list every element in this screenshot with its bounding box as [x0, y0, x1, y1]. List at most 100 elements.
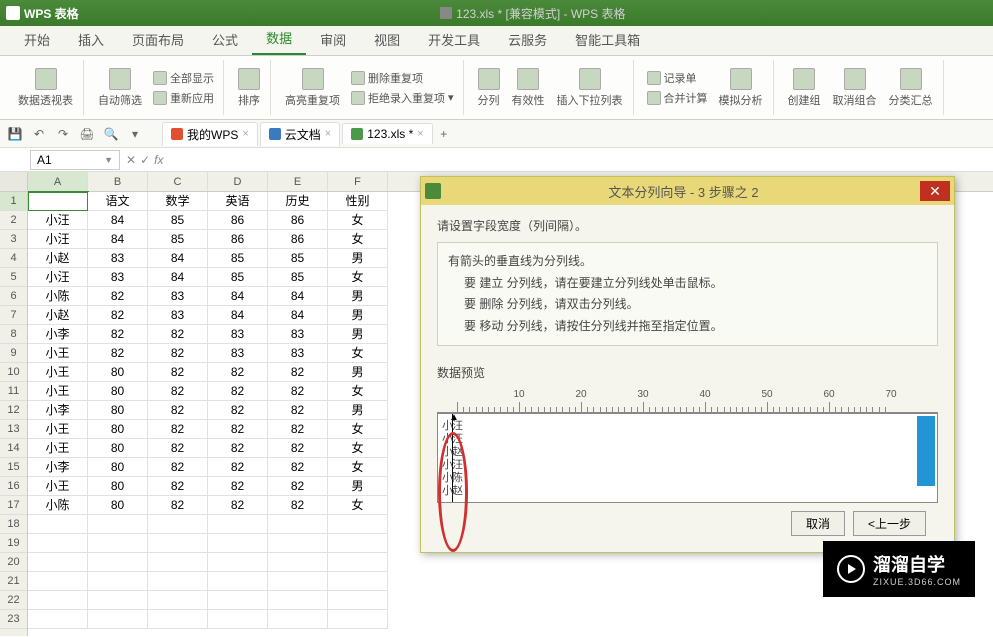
pivot-table-button[interactable]: 数据透视表	[14, 66, 77, 110]
cell[interactable]: 85	[148, 211, 208, 230]
highlight-dup-button[interactable]: 高亮重复项	[281, 66, 344, 110]
cell[interactable]: 82	[148, 325, 208, 344]
cell[interactable]	[28, 572, 88, 591]
cell[interactable]: 82	[268, 477, 328, 496]
cell[interactable]	[328, 553, 388, 572]
cell[interactable]: 男	[328, 325, 388, 344]
cell[interactable]	[268, 572, 328, 591]
recordsheet-button[interactable]: 记录单	[644, 69, 711, 87]
cell[interactable]	[88, 534, 148, 553]
cell[interactable]: 84	[148, 249, 208, 268]
row-header[interactable]: 15	[0, 458, 27, 477]
cell[interactable]: 女	[328, 420, 388, 439]
sort-button[interactable]: 排序	[234, 66, 264, 110]
redo-button[interactable]: ↷	[54, 125, 72, 143]
autofilter-button[interactable]: 自动筛选	[94, 66, 146, 110]
menu-tab-1[interactable]: 插入	[64, 24, 118, 55]
doc-tab-file[interactable]: 123.xls *×	[342, 123, 432, 144]
column-header[interactable]: B	[88, 172, 148, 191]
cell[interactable]: 小赵	[28, 249, 88, 268]
row-header[interactable]: 20	[0, 553, 27, 572]
cell[interactable]	[268, 553, 328, 572]
cell[interactable]: 85	[208, 268, 268, 287]
cell[interactable]: 80	[88, 496, 148, 515]
whatif-button[interactable]: 模拟分析	[715, 66, 767, 110]
cell[interactable]: 80	[88, 382, 148, 401]
cell[interactable]: 84	[208, 306, 268, 325]
column-header[interactable]: E	[268, 172, 328, 191]
cell[interactable]: 男	[328, 477, 388, 496]
accept-formula-icon[interactable]: ✓	[140, 153, 150, 167]
row-header[interactable]: 19	[0, 534, 27, 553]
showall-button[interactable]: 全部显示	[150, 69, 217, 87]
validation-button[interactable]: 有效性	[508, 66, 549, 110]
menu-tab-4[interactable]: 数据	[252, 22, 306, 55]
cell[interactable]: 82	[148, 496, 208, 515]
cell[interactable]: 80	[88, 420, 148, 439]
preview-pane[interactable]: ▲ 小汪 小汪 小赵 小汪 小陈 小赵	[437, 413, 938, 503]
cell[interactable]	[148, 572, 208, 591]
name-box[interactable]: A1▼	[30, 150, 120, 170]
cell[interactable]: 84	[88, 211, 148, 230]
cell[interactable]	[148, 610, 208, 629]
row-header[interactable]: 8	[0, 325, 27, 344]
cell[interactable]: 82	[88, 344, 148, 363]
close-icon[interactable]: ×	[242, 128, 248, 140]
cell[interactable]: 82	[268, 420, 328, 439]
cell[interactable]: 小李	[28, 458, 88, 477]
cell[interactable]	[268, 534, 328, 553]
cell[interactable]: 82	[208, 382, 268, 401]
cell[interactable]: 82	[208, 401, 268, 420]
row-header[interactable]: 1	[0, 192, 27, 211]
cell[interactable]: 83	[148, 287, 208, 306]
row-header[interactable]: 3	[0, 230, 27, 249]
cell[interactable]: 82	[208, 439, 268, 458]
cell[interactable]	[148, 534, 208, 553]
cell[interactable]: 英语	[208, 192, 268, 211]
column-header[interactable]: F	[328, 172, 388, 191]
remove-dup-button[interactable]: 删除重复项	[348, 69, 457, 87]
cell[interactable]	[88, 610, 148, 629]
cell[interactable]: 82	[148, 401, 208, 420]
cell[interactable]: 84	[148, 268, 208, 287]
cell[interactable]: 82	[208, 363, 268, 382]
cell[interactable]	[328, 572, 388, 591]
cell[interactable]: 82	[208, 477, 268, 496]
cell[interactable]: 86	[208, 211, 268, 230]
cell[interactable]	[88, 572, 148, 591]
fx-icon[interactable]: fx	[154, 153, 163, 167]
cell[interactable]	[148, 515, 208, 534]
text-to-columns-button[interactable]: 分列	[474, 66, 504, 110]
row-header[interactable]: 5	[0, 268, 27, 287]
cell[interactable]: 80	[88, 477, 148, 496]
row-header[interactable]: 21	[0, 572, 27, 591]
preview-scrollbar[interactable]	[917, 416, 935, 486]
doc-tab-cloud[interactable]: 云文档×	[260, 122, 340, 146]
cell[interactable]: 82	[88, 287, 148, 306]
row-header[interactable]: 23	[0, 610, 27, 629]
cell[interactable]: 83	[268, 344, 328, 363]
consolidate-button[interactable]: 合并计算	[644, 89, 711, 107]
cell[interactable]	[88, 591, 148, 610]
row-header[interactable]: 7	[0, 306, 27, 325]
cell[interactable]: 女	[328, 211, 388, 230]
preview-button[interactable]: 🔍	[102, 125, 120, 143]
cell[interactable]: 语文	[88, 192, 148, 211]
cell[interactable]	[268, 515, 328, 534]
cell[interactable]: 82	[88, 325, 148, 344]
row-header[interactable]: 14	[0, 439, 27, 458]
cell[interactable]: 女	[328, 458, 388, 477]
cell[interactable]: 男	[328, 249, 388, 268]
subtotal-button[interactable]: 分类汇总	[885, 66, 937, 110]
cell[interactable]	[208, 553, 268, 572]
column-header[interactable]: C	[148, 172, 208, 191]
qat-dropdown[interactable]: ▾	[126, 125, 144, 143]
cell[interactable]: 女	[328, 439, 388, 458]
cell[interactable]: 小王	[28, 439, 88, 458]
cell[interactable]: 82	[268, 382, 328, 401]
cell[interactable]	[208, 515, 268, 534]
cell[interactable]: 男	[328, 363, 388, 382]
preview-ruler[interactable]: 10203040506070	[437, 389, 938, 413]
cell[interactable]: 小陈	[28, 496, 88, 515]
row-header[interactable]: 12	[0, 401, 27, 420]
